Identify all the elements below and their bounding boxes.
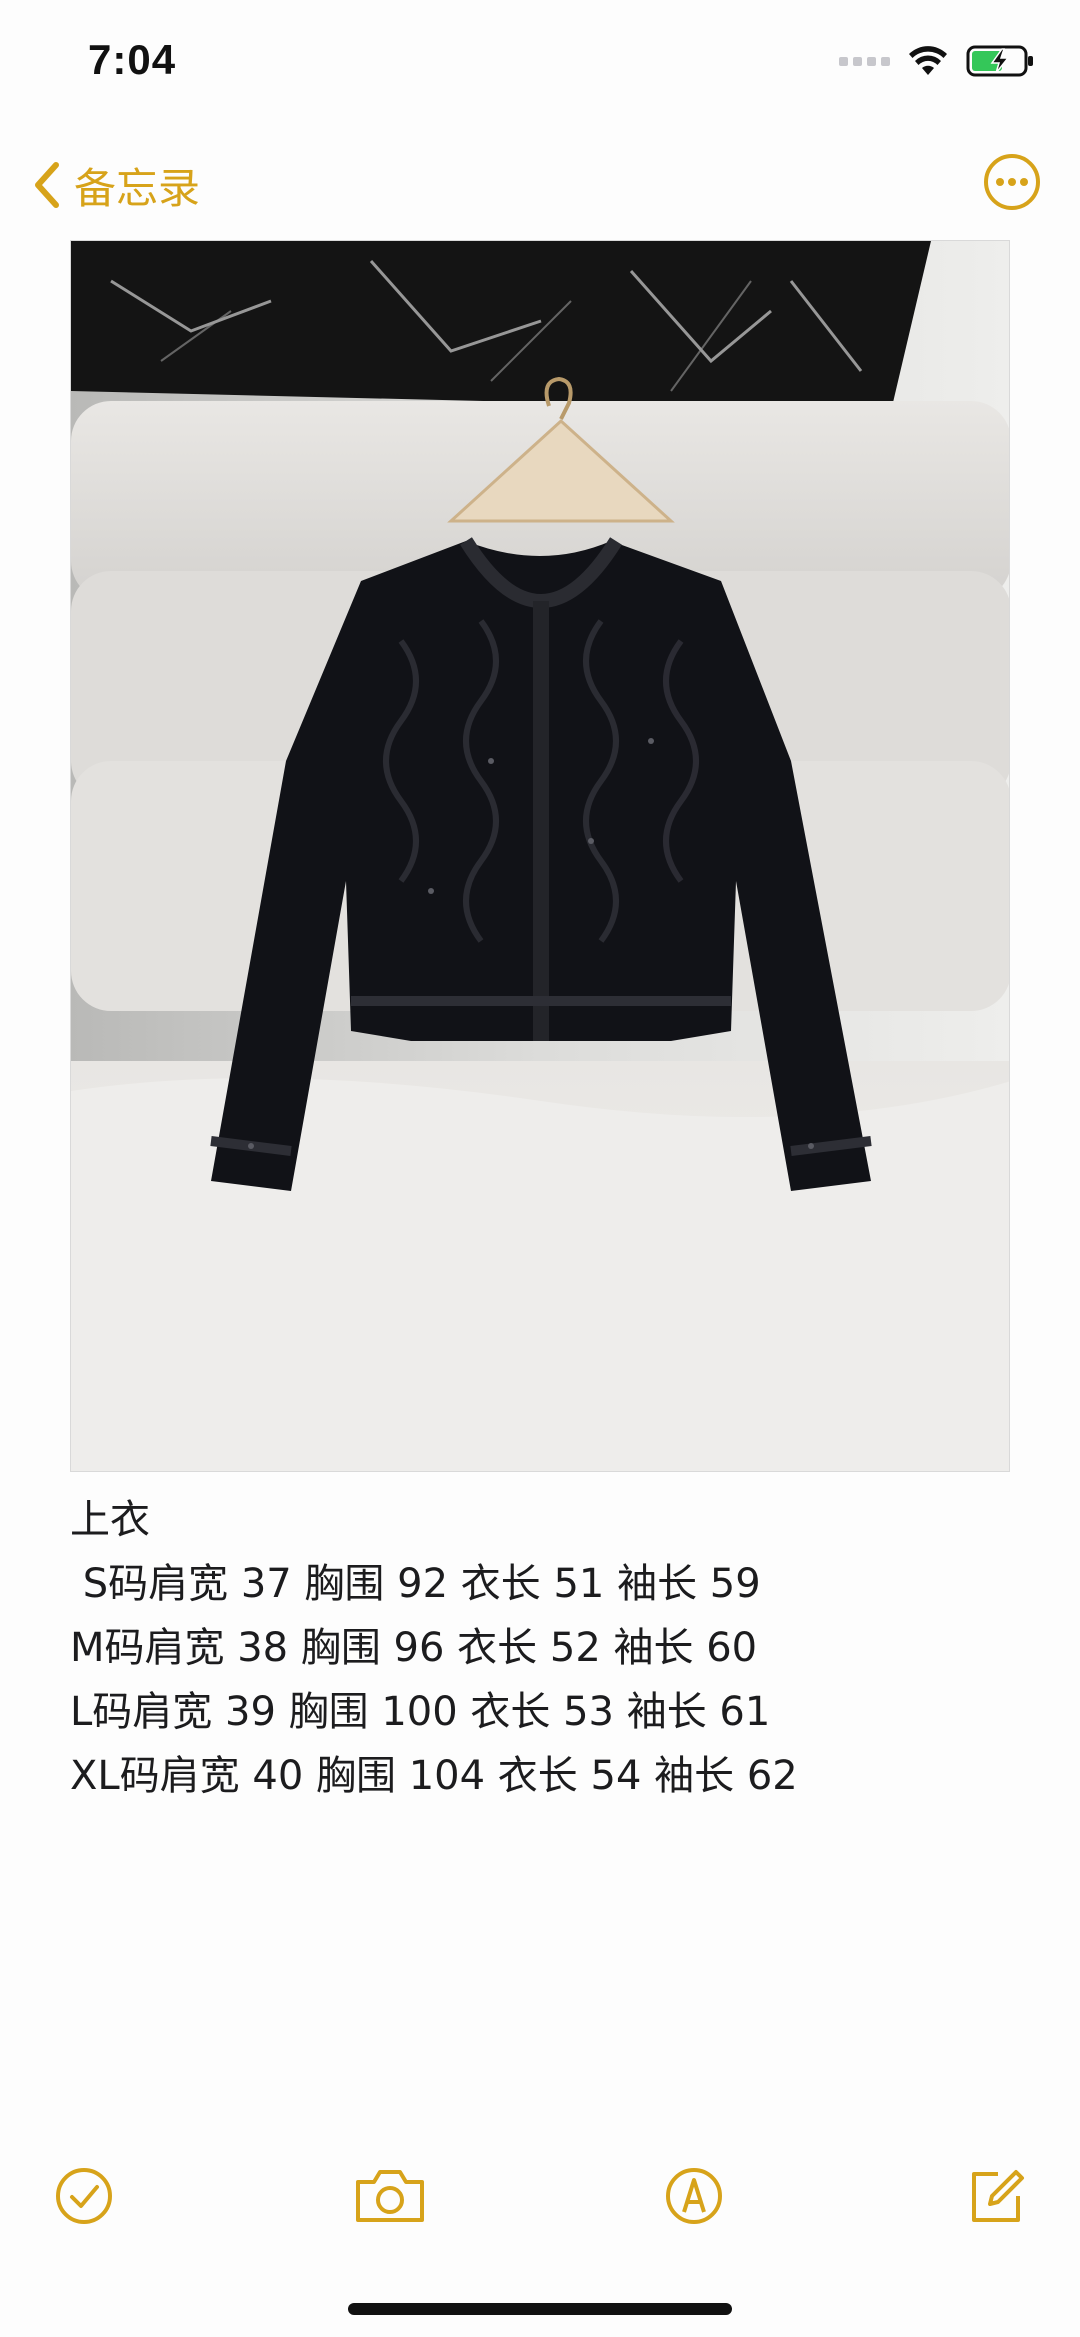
size-line-xl: XL码肩宽 40 胸围 104 衣长 54 袖长 62 [70, 1753, 798, 1799]
checklist-icon [56, 2168, 112, 2224]
compose-icon [972, 2170, 1024, 2222]
chevron-left-icon [35, 162, 59, 208]
navigation-bar: 备忘录 [0, 140, 1080, 230]
more-options-button[interactable] [982, 152, 1042, 212]
note-body[interactable]: 上衣 S码肩宽 37 胸围 92 衣长 51 袖长 59 M码肩宽 38 胸围 … [70, 1488, 1010, 1808]
markup-button[interactable] [658, 2160, 730, 2232]
compose-button[interactable] [960, 2160, 1032, 2232]
status-indicators [839, 44, 1036, 78]
ellipsis-circle-icon [984, 154, 1040, 210]
checklist-button[interactable] [48, 2160, 120, 2232]
size-line-s: S码肩宽 37 胸围 92 衣长 51 袖长 59 [70, 1561, 761, 1607]
size-line-l: L码肩宽 39 胸围 100 衣长 53 袖长 61 [70, 1689, 771, 1735]
back-button[interactable]: 备忘录 [30, 140, 200, 230]
camera-icon [356, 2170, 424, 2222]
jacket-photo-illustration [71, 241, 1009, 1471]
status-bar: 7:04 [0, 0, 1080, 130]
battery-charging-icon [966, 45, 1033, 77]
attached-photo[interactable] [70, 240, 1010, 1472]
back-label: 备忘录 [74, 163, 201, 213]
camera-button[interactable] [350, 2160, 430, 2232]
bottom-toolbar [0, 2150, 1080, 2240]
wifi-icon [909, 46, 947, 75]
notes-screen: 7:04 备忘录 上衣 S码肩宽 37 胸围 92 衣长 51 袖长 59 M码… [0, 0, 1080, 2337]
note-title: 上衣 [70, 1497, 150, 1543]
status-time: 7:04 [88, 36, 177, 83]
markup-pen-icon [666, 2168, 722, 2224]
cellular-signal-icon [839, 56, 890, 66]
size-line-m: M码肩宽 38 胸围 96 衣长 52 袖长 60 [70, 1625, 758, 1671]
home-indicator[interactable] [348, 2303, 732, 2315]
